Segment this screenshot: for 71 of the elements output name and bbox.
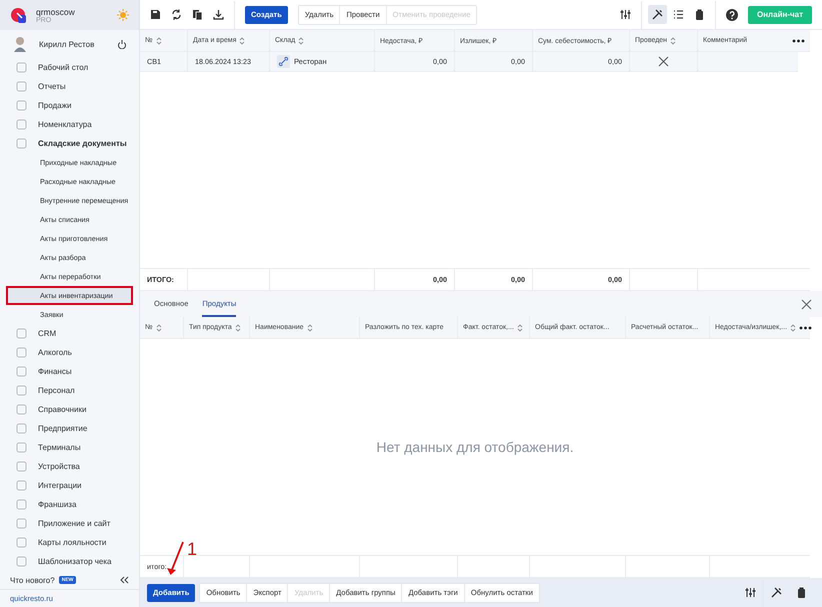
refresh-icon[interactable] <box>171 9 182 20</box>
arrow-annotation <box>166 540 185 576</box>
square-icon <box>16 119 27 130</box>
trash-icon[interactable] <box>694 9 705 20</box>
trash-icon[interactable] <box>796 587 807 598</box>
sort-icon[interactable] <box>516 324 523 332</box>
square-icon <box>16 62 27 73</box>
sidebar-item[interactable]: Шаблонизатор чека <box>0 552 139 571</box>
sidebar-item[interactable]: Франшиза <box>0 495 139 514</box>
sidebar-item[interactable]: Номенклатура <box>0 115 139 134</box>
sidebar-item[interactable]: Интеграции <box>0 476 139 495</box>
sidebar-item[interactable]: Финансы <box>0 362 139 381</box>
avatar-icon <box>13 36 27 52</box>
square-icon <box>16 100 27 111</box>
tools-icon[interactable] <box>648 5 667 24</box>
tools-icon[interactable] <box>771 587 782 598</box>
sidebar-item[interactable]: Предприятие <box>0 419 139 438</box>
sort-icon[interactable] <box>306 324 313 332</box>
square-icon <box>16 499 27 510</box>
save-icon[interactable] <box>150 9 161 20</box>
download-icon[interactable] <box>213 9 224 20</box>
sliders-icon[interactable] <box>620 9 631 20</box>
sidebar-item[interactable]: Терминалы <box>0 438 139 457</box>
square-icon <box>16 461 27 472</box>
sidebar-item[interactable]: Устройства <box>0 457 139 476</box>
sliders-icon[interactable] <box>745 587 756 598</box>
square-icon <box>16 347 27 358</box>
square-icon <box>16 556 27 567</box>
link-icon[interactable] <box>277 55 290 68</box>
org-name: qrmoscow <box>36 6 76 16</box>
whats-new-link[interactable]: Что нового? <box>10 576 55 584</box>
square-icon <box>16 138 27 149</box>
sort-icon[interactable] <box>790 324 796 332</box>
square-icon <box>16 81 27 92</box>
square-icon <box>16 423 27 434</box>
square-icon <box>16 480 27 491</box>
sidebar-item[interactable]: Складские документы <box>0 134 139 153</box>
sidebar-item[interactable]: Продажи <box>0 96 139 115</box>
collapse-icon[interactable] <box>120 576 129 584</box>
square-icon <box>16 385 27 396</box>
square-icon <box>16 366 27 377</box>
more-icon[interactable] <box>799 326 812 330</box>
square-icon <box>16 328 27 339</box>
square-icon <box>16 518 27 529</box>
user-name: Кирилл Рестов <box>39 40 96 48</box>
sidebar-item[interactable]: CRM <box>0 324 139 343</box>
copy-icon[interactable] <box>192 9 203 20</box>
sidebar-item[interactable]: Справочники <box>0 400 139 419</box>
sort-icon[interactable] <box>156 324 162 332</box>
square-icon <box>16 442 27 453</box>
square-icon <box>16 404 27 415</box>
empty-message: Нет данных для отображения. <box>376 439 574 455</box>
sort-icon[interactable] <box>239 36 246 44</box>
sort-icon[interactable] <box>234 324 241 332</box>
more-icon[interactable] <box>792 38 805 42</box>
square-icon <box>16 537 27 548</box>
sidebar-item[interactable]: Персонал <box>0 381 139 400</box>
logo-icon[interactable] <box>10 6 27 24</box>
sidebar-item[interactable]: Отчеты <box>0 77 139 96</box>
sidebar-item[interactable]: Карты лояльности <box>0 533 139 552</box>
sort-icon[interactable] <box>156 36 162 44</box>
sidebar-item[interactable]: Рабочий стол <box>0 58 139 77</box>
annotation-number: 1 <box>187 540 198 558</box>
help-icon[interactable] <box>726 8 738 20</box>
sort-icon[interactable] <box>670 36 676 44</box>
close-icon[interactable] <box>801 298 812 310</box>
sidebar-item[interactable]: Приложение и сайт <box>0 514 139 533</box>
power-icon[interactable] <box>117 39 127 49</box>
sort-icon[interactable] <box>298 36 304 44</box>
sidebar-item[interactable]: Алкоголь <box>0 343 139 362</box>
list-icon[interactable] <box>672 9 684 20</box>
